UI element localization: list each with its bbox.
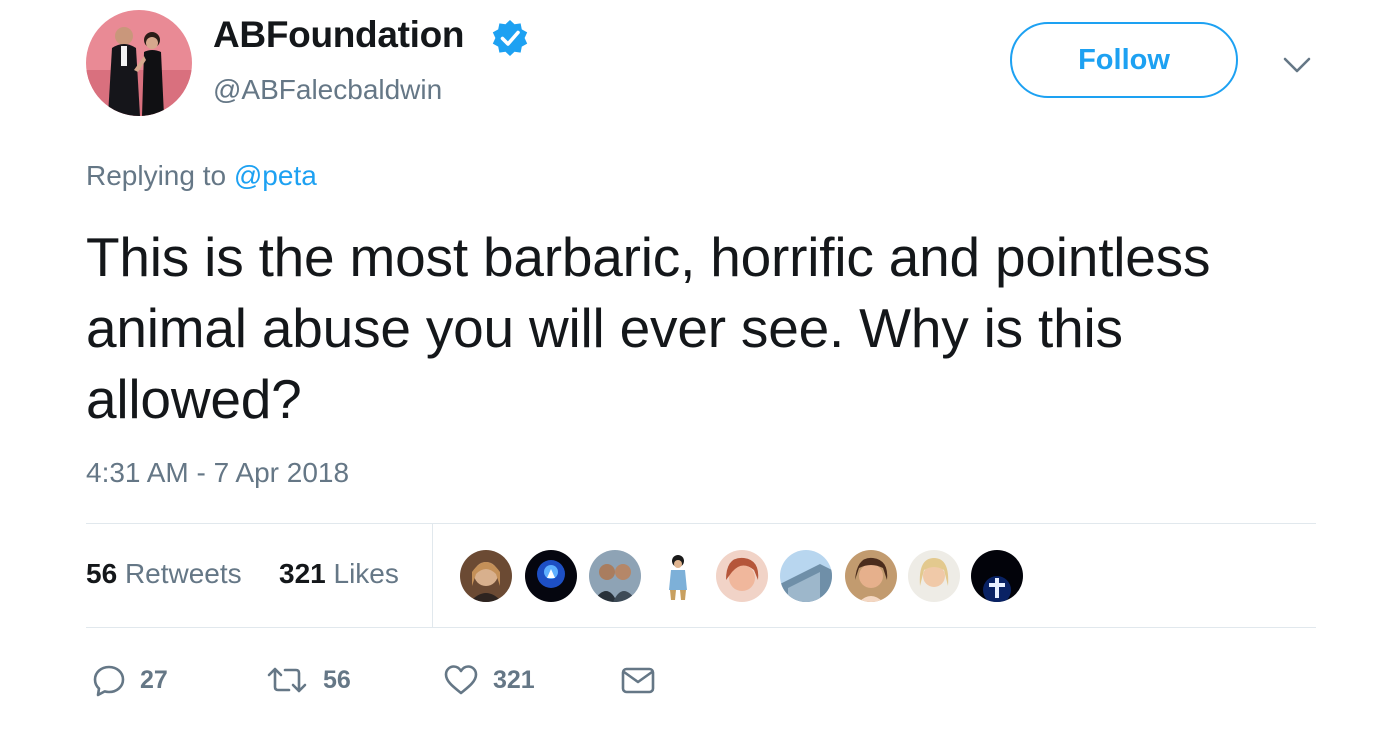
liker-avatar-icon[interactable] bbox=[460, 550, 512, 602]
likes-stat[interactable]: 321 Likes bbox=[279, 558, 399, 590]
liker-avatar-icon[interactable] bbox=[845, 550, 897, 602]
like-count: 321 bbox=[493, 665, 535, 694]
likes-count: 321 bbox=[279, 558, 326, 589]
likes-label: Likes bbox=[333, 558, 399, 589]
divider bbox=[86, 523, 1316, 524]
liker-avatar-icon[interactable] bbox=[780, 550, 832, 602]
author-avatar[interactable] bbox=[86, 10, 192, 116]
reply-mention-link[interactable]: @peta bbox=[234, 160, 317, 191]
reply-icon bbox=[93, 665, 125, 697]
liker-avatar-icon[interactable] bbox=[908, 550, 960, 602]
liker-avatar-icon[interactable] bbox=[525, 550, 577, 602]
author-handle[interactable]: @ABFalecbaldwin bbox=[213, 74, 442, 106]
reply-count: 27 bbox=[140, 665, 168, 694]
divider bbox=[86, 627, 1316, 628]
retweets-count: 56 bbox=[86, 558, 118, 589]
retweet-icon bbox=[267, 667, 307, 693]
like-button[interactable]: 321 bbox=[443, 660, 535, 700]
chevron-down-icon[interactable] bbox=[1280, 50, 1314, 80]
liker-avatar-icon[interactable] bbox=[716, 550, 768, 602]
reply-button[interactable]: 27 bbox=[92, 660, 168, 700]
liker-avatar-icon[interactable] bbox=[589, 550, 641, 602]
reply-context: Replying to @peta bbox=[86, 160, 317, 192]
retweet-count: 56 bbox=[323, 665, 351, 694]
retweets-label: Retweets bbox=[124, 558, 242, 589]
author-display-name[interactable]: ABFoundation bbox=[213, 14, 465, 56]
heart-icon bbox=[444, 665, 478, 695]
retweet-button[interactable]: 56 bbox=[265, 660, 351, 700]
envelope-icon bbox=[621, 667, 655, 694]
liker-avatar-icon[interactable] bbox=[971, 550, 1023, 602]
direct-message-button[interactable] bbox=[620, 660, 656, 700]
tweet-text: This is the most barbaric, horrific and … bbox=[86, 226, 1211, 430]
liker-avatar-icon[interactable] bbox=[652, 550, 704, 602]
follow-button[interactable]: Follow bbox=[1010, 22, 1238, 98]
profile-photo-icon bbox=[86, 10, 192, 116]
stats-divider bbox=[432, 524, 433, 627]
reply-prefix: Replying to bbox=[86, 160, 227, 191]
retweets-stat[interactable]: 56 Retweets bbox=[86, 558, 242, 590]
verified-badge-icon bbox=[492, 20, 528, 56]
tweet-timestamp[interactable]: 4:31 AM - 7 Apr 2018 bbox=[86, 457, 349, 489]
